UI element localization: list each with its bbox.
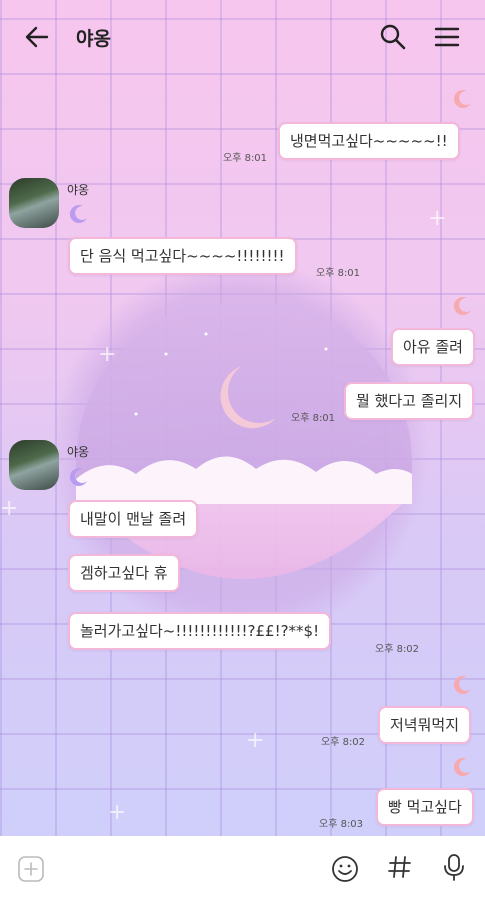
sender-name: 야옹 <box>67 183 90 197</box>
message-time: 오후 8:01 <box>316 268 361 279</box>
message-bubble-outgoing[interactable]: 뭘 했다고 졸리지 <box>344 382 475 420</box>
message-text: 빵 먹고싶다 <box>388 798 462 816</box>
message-bubble-incoming[interactable]: 놀러가고싶다~!!!!!!!!!!!!?££!?**$! <box>68 612 332 650</box>
message-time: 오후 8:01 <box>223 153 268 164</box>
message-bubble-incoming[interactable]: 겜하고싶다 휴 <box>68 554 180 592</box>
hash-icon[interactable] <box>385 852 415 882</box>
chat-title: 야옹 <box>76 28 111 50</box>
crescent-moon-icon <box>453 90 471 109</box>
message-text: 단 음식 먹고싶다~~~~!!!!!!!! <box>80 247 285 265</box>
sparkle-decoration: + <box>428 206 447 231</box>
sparkle-decoration: + <box>246 728 265 753</box>
message-bubble-outgoing[interactable]: 저녁뭐먹지 <box>378 706 472 744</box>
sparkle-decoration: + <box>0 496 19 521</box>
avatar[interactable] <box>9 440 59 490</box>
message-text: 저녁뭐먹지 <box>390 716 460 734</box>
arrow-left-icon[interactable] <box>22 22 52 52</box>
message-text: 냉면먹고싶다~~~~~!! <box>290 132 448 150</box>
sender-name: 야옹 <box>67 445 90 459</box>
message-bubble-incoming[interactable]: 내말이 맨날 졸려 <box>68 500 199 538</box>
message-bubble-outgoing[interactable]: 냉면먹고싶다~~~~~!! <box>278 122 460 160</box>
crescent-moon-icon <box>69 468 87 487</box>
message-text: 놀러가고싶다~!!!!!!!!!!!!?££!?**$! <box>80 622 320 640</box>
message-bubble-outgoing[interactable]: 빵 먹고싶다 <box>376 788 474 826</box>
moon-scene-illustration <box>76 304 412 579</box>
message-time: 오후 8:01 <box>291 413 336 424</box>
avatar[interactable] <box>9 178 59 228</box>
message-text: 뭘 했다고 졸리지 <box>356 392 463 410</box>
plus-icon[interactable] <box>16 854 46 884</box>
message-bubble-outgoing[interactable]: 아유 졸려 <box>391 328 475 366</box>
sparkle-decoration: + <box>108 800 127 825</box>
search-icon[interactable] <box>378 22 408 52</box>
message-text: 내말이 맨날 졸려 <box>80 510 187 528</box>
crescent-moon-icon <box>453 758 471 777</box>
crescent-moon-icon <box>453 676 471 695</box>
message-time: 오후 8:02 <box>375 644 420 655</box>
chat-header: 야옹 <box>0 0 485 72</box>
hamburger-menu-icon[interactable] <box>432 22 462 52</box>
chat-screen: + + + + + 야옹 냉면먹고싶다~~~~~!! 오후 8:01 야옹 단 … <box>0 0 485 900</box>
crescent-moon-icon <box>453 297 471 316</box>
message-text: 겜하고싶다 휴 <box>80 564 168 582</box>
microphone-icon[interactable] <box>439 852 469 882</box>
message-text: 아유 졸려 <box>403 338 463 356</box>
crescent-moon-icon <box>69 205 87 224</box>
message-bubble-incoming[interactable]: 단 음식 먹고싶다~~~~!!!!!!!! <box>68 237 297 275</box>
emoji-icon[interactable] <box>330 854 360 884</box>
message-time: 오후 8:02 <box>321 737 366 748</box>
message-time: 오후 8:03 <box>319 819 364 830</box>
